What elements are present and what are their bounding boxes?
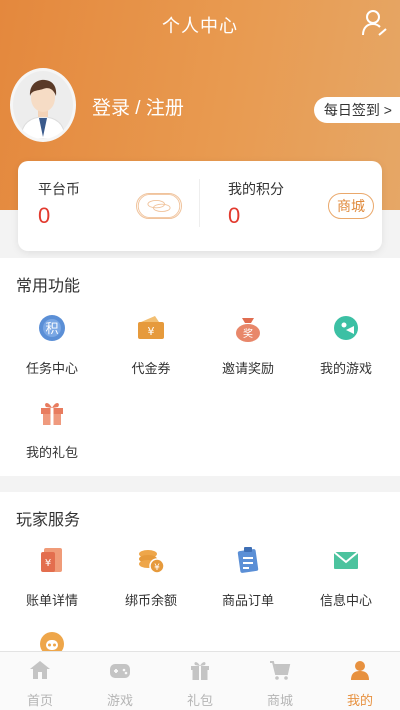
tab-games[interactable]: 游戏	[80, 652, 160, 710]
user-settings-icon[interactable]	[362, 9, 388, 37]
points-value: 0	[228, 203, 241, 228]
item-label: 绑币余额	[124, 593, 177, 608]
points-label: 我的积分	[228, 181, 284, 197]
tab-label: 首页	[26, 693, 53, 708]
invite-reward-icon: 奖	[236, 318, 260, 342]
item-label: 信息中心	[319, 593, 372, 608]
coins-icon: ¥	[139, 550, 165, 574]
coin-stack-icon[interactable]	[136, 193, 182, 219]
my-games-item[interactable]: 我的游戏	[296, 312, 396, 377]
gift-icon	[191, 662, 209, 680]
mall-button[interactable]: 商城	[328, 193, 374, 219]
tab-gifts[interactable]: 礼包	[160, 652, 240, 710]
item-label: 代金券	[131, 361, 171, 376]
voucher-item[interactable]: ¥ 代金券	[101, 312, 201, 377]
tab-label: 我的	[346, 693, 373, 708]
task-center-item[interactable]: 积 任务中心	[2, 312, 102, 377]
mail-icon	[333, 551, 359, 569]
cart-icon	[270, 661, 291, 680]
svg-text:¥: ¥	[45, 558, 51, 569]
gift-icon	[41, 402, 63, 425]
item-label: 我的游戏	[319, 361, 372, 376]
avatar-person-icon	[20, 79, 66, 139]
user-icon	[351, 661, 369, 680]
task-icon: 积	[39, 315, 65, 341]
bound-coin-balance-item[interactable]: ¥ 绑币余额	[101, 544, 201, 609]
item-label: 任务中心	[25, 361, 78, 376]
tab-label: 礼包	[186, 693, 213, 708]
svg-text:¥: ¥	[148, 325, 155, 338]
my-gifts-item[interactable]: 我的礼包	[2, 396, 102, 461]
tab-mall[interactable]: 商城	[240, 652, 320, 710]
svg-text:奖: 奖	[243, 327, 253, 340]
points-panel[interactable]: 我的积分 0 商城	[200, 161, 382, 251]
section-title: 玩家服务	[16, 512, 81, 529]
game-icon	[334, 316, 358, 340]
platform-coin-panel[interactable]: 平台币 0	[18, 161, 200, 251]
bill-icon: ¥	[41, 548, 62, 572]
tab-label: 游戏	[106, 693, 133, 708]
bottom-tab-bar: 首页 游戏 礼包 商城 我的	[0, 651, 400, 710]
item-label: 我的礼包	[25, 445, 78, 460]
order-icon	[237, 547, 259, 573]
player-services-section: 玩家服务 ¥ 账单详情 ¥ 绑币余额 商品订单 信息中心	[0, 492, 400, 656]
item-label: 邀请奖励	[221, 361, 274, 376]
voucher-icon: ¥	[138, 316, 164, 339]
tab-home[interactable]: 首页	[0, 652, 80, 710]
invite-reward-item[interactable]: 奖 邀请奖励	[198, 312, 298, 377]
svg-text:积: 积	[45, 322, 58, 337]
product-orders-item[interactable]: 商品订单	[198, 544, 298, 609]
section-title: 常用功能	[16, 278, 81, 295]
platform-coin-value: 0	[38, 203, 51, 228]
svg-text:¥: ¥	[154, 563, 160, 573]
tab-mine[interactable]: 我的	[320, 652, 400, 710]
daily-signin-button[interactable]: 每日签到 >	[313, 97, 400, 123]
message-center-item[interactable]: 信息中心	[296, 544, 396, 609]
tab-label: 商城	[266, 693, 293, 708]
item-label: 账单详情	[25, 593, 78, 608]
bill-details-item[interactable]: ¥ 账单详情	[2, 544, 102, 609]
home-icon	[30, 661, 50, 679]
gamepad-icon	[110, 664, 130, 678]
wallet-card: 平台币 0 我的积分 0 商城	[18, 161, 382, 251]
login-register-link[interactable]: 登录 / 注册	[92, 93, 184, 120]
page-title: 个人中心	[162, 16, 238, 36]
platform-coin-label: 平台币	[38, 181, 80, 197]
avatar[interactable]	[10, 68, 76, 142]
item-label: 商品订单	[221, 593, 274, 608]
common-functions-section: 常用功能 积 任务中心 ¥ 代金券 奖 邀请奖励 我的游戏 我的礼包	[0, 258, 400, 476]
